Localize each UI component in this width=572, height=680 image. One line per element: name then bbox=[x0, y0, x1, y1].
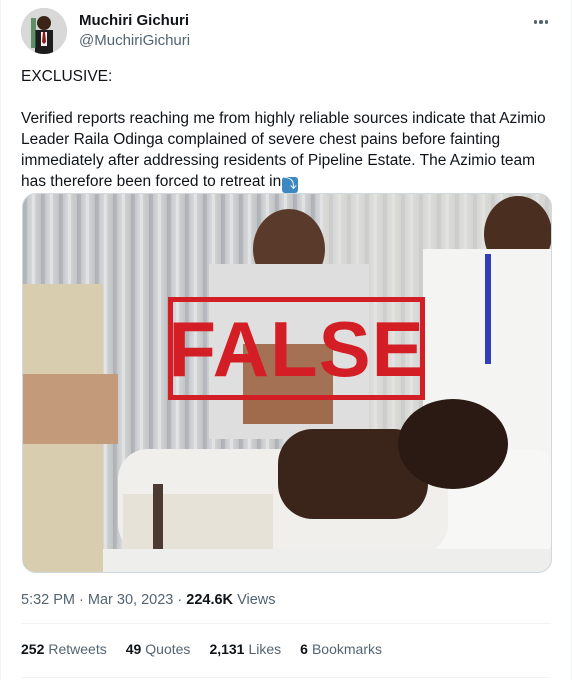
false-stamp-label: FALSE bbox=[168, 304, 425, 393]
likes-count: 2,131 bbox=[209, 641, 245, 657]
bookmarks-count: 6 bbox=[300, 641, 308, 657]
false-stamp: FALSE bbox=[168, 297, 425, 400]
meta-separator: · bbox=[177, 592, 183, 608]
avatar-image bbox=[21, 8, 67, 54]
divider bbox=[21, 677, 551, 678]
likes-label: Likes bbox=[248, 641, 282, 657]
author-handle[interactable]: @MuchiriGichuri bbox=[79, 31, 190, 51]
quotes-label: Quotes bbox=[145, 641, 191, 657]
views-count: 224.6K bbox=[186, 592, 234, 608]
tweet-meta: 5:32 PM · Mar 30, 2023 · 224.6K Views bbox=[21, 590, 275, 610]
author-display-name[interactable]: Muchiri Gichuri bbox=[79, 11, 189, 31]
tweet-date[interactable]: Mar 30, 2023 bbox=[88, 592, 173, 608]
more-options-button[interactable] bbox=[529, 12, 553, 32]
avatar[interactable] bbox=[21, 8, 67, 54]
views-label: Views bbox=[237, 592, 276, 608]
retweets-count: 252 bbox=[21, 641, 45, 657]
tweet-header: Muchiri Gichuri @MuchiriGichuri bbox=[21, 8, 555, 56]
quotes-stat[interactable]: 49 Quotes bbox=[126, 639, 191, 659]
tweet-text: EXCLUSIVE: Verified reports reaching me … bbox=[21, 66, 553, 193]
divider bbox=[21, 623, 551, 624]
engagement-stats: 252 Retweets 49 Quotes 2,131 Likes 6 Bookmar… bbox=[21, 639, 382, 659]
more-dot bbox=[544, 20, 549, 24]
retweets-label: Retweets bbox=[48, 641, 107, 657]
retweets-stat[interactable]: 252 Retweets bbox=[21, 639, 107, 659]
quotes-count: 49 bbox=[125, 641, 142, 657]
likes-stat[interactable]: 2,131 Likes bbox=[209, 639, 281, 659]
tweet-body: EXCLUSIVE: Verified reports reaching me … bbox=[21, 68, 546, 190]
bookmarks-stat[interactable]: 6 Bookmarks bbox=[300, 639, 382, 659]
tweet-photo[interactable]: FALSE bbox=[22, 193, 552, 573]
tweet-time[interactable]: 5:32 PM bbox=[21, 592, 75, 608]
bookmarks-label: Bookmarks bbox=[311, 641, 382, 657]
tweet-detail: Muchiri Gichuri @MuchiriGichuri EXCLUSIV… bbox=[0, 0, 572, 680]
meta-separator: · bbox=[79, 592, 84, 608]
more-horizontal-icon bbox=[533, 20, 538, 24]
arrow-curving-down-icon: ⤵ bbox=[282, 177, 299, 193]
more-dot bbox=[539, 20, 543, 24]
